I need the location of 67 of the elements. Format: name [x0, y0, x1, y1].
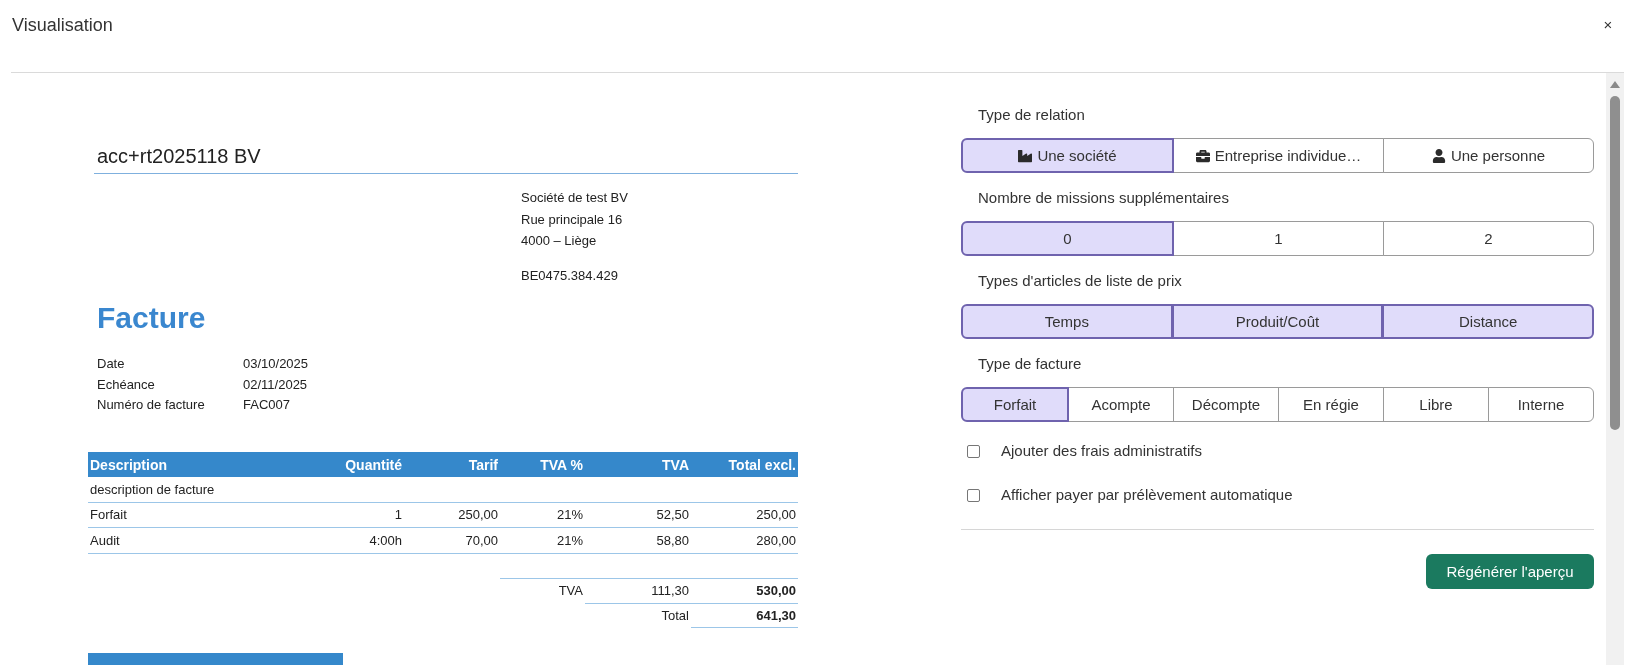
user-icon	[1431, 148, 1446, 163]
total-amount: 641,30	[756, 606, 797, 624]
segment-option[interactable]: Une société	[961, 138, 1174, 173]
segment-option[interactable]: 2	[1383, 221, 1594, 256]
segment-option[interactable]: 1	[1173, 221, 1384, 256]
segment-option[interactable]: Produit/Coût	[1171, 304, 1384, 339]
detail-label: Date	[97, 355, 126, 373]
table-cell-text: Forfait	[89, 506, 127, 524]
table-cell-text: 21%	[556, 506, 584, 524]
option-label: Type de relation	[978, 105, 1085, 125]
regenerate-preview-button[interactable]: Régénérer l'aperçu	[1426, 554, 1594, 589]
detail-value: 02/11/2025	[243, 375, 308, 394]
segment-option[interactable]: 0	[961, 221, 1174, 256]
address-line: Société de test BV	[521, 189, 628, 207]
segment-option[interactable]: Décompte	[1173, 387, 1279, 422]
table-cell-text: description de facture	[89, 480, 215, 498]
column-header: Description	[89, 455, 167, 474]
checkbox[interactable]	[967, 488, 980, 502]
table-cell-text: 4:00h	[369, 531, 403, 549]
segment-option[interactable]: Libre	[1383, 387, 1489, 422]
column-header: Quantité	[345, 455, 403, 474]
column-header: Total excl.	[728, 455, 797, 474]
detail-label: Numéro de facture	[97, 396, 206, 414]
option-label: Nombre de missions supplémentaires	[978, 188, 1229, 208]
segment-option[interactable]: Forfait	[961, 387, 1069, 422]
column-header: TVA %	[540, 455, 584, 474]
total-amount: 530,00	[756, 582, 797, 599]
table-cell-text: 280,00	[756, 531, 797, 549]
checkbox-label: Afficher payer par prélèvement automatique	[1001, 485, 1293, 505]
table-cell-text: Audit	[89, 531, 120, 549]
total-label: Total	[661, 607, 690, 624]
segment-option[interactable]: Une personne	[1383, 138, 1594, 173]
table-cell-text: 21%	[556, 531, 584, 549]
total-value: 111,30	[651, 582, 690, 599]
scrollbar-thumb[interactable]	[1610, 96, 1620, 430]
window-title: Visualisation	[11, 14, 113, 37]
address-line: 4000 – Liège	[521, 232, 597, 250]
client-name: acc+rt2025118 BV	[94, 142, 798, 174]
scroll-up-icon[interactable]	[1610, 81, 1620, 88]
option-label: Types d'articles de liste de prix	[978, 271, 1182, 291]
factory-icon	[1018, 148, 1033, 163]
table-cell-text: 52,50	[656, 506, 690, 524]
segment-option[interactable]: En régie	[1278, 387, 1384, 422]
detail-value: 03/10/2025	[243, 355, 309, 373]
segment-option[interactable]: Temps	[961, 304, 1173, 339]
briefcase-icon	[1195, 148, 1210, 163]
detail-label: Echéance	[97, 375, 156, 394]
column-header: TVA	[662, 455, 690, 474]
total-label: TVA	[558, 582, 584, 599]
address-line: Rue principale 16	[521, 210, 623, 229]
segment-option[interactable]: Interne	[1488, 387, 1594, 422]
table-cell-text: 250,00	[756, 506, 797, 524]
vat-number: BE0475.384.429	[521, 266, 618, 285]
table-cell-text: 58,80	[656, 531, 690, 549]
checkbox[interactable]	[967, 444, 980, 458]
invoice-heading: Facture	[97, 300, 206, 336]
checkbox-label: Ajouter des frais administratifs	[1001, 441, 1202, 461]
detail-value: FAC007	[243, 396, 290, 414]
close-button[interactable]: ×	[1600, 13, 1616, 37]
segment-option[interactable]: Entreprise individue…	[1173, 138, 1384, 173]
segment-option[interactable]: Acompte	[1068, 387, 1174, 422]
table-cell-text: 250,00	[458, 506, 499, 524]
column-header: Tarif	[468, 455, 499, 474]
table-cell-text: 70,00	[465, 531, 499, 549]
table-cell-text: 1	[394, 506, 403, 524]
option-label: Type de facture	[978, 354, 1082, 374]
segment-option[interactable]: Distance	[1382, 304, 1594, 339]
